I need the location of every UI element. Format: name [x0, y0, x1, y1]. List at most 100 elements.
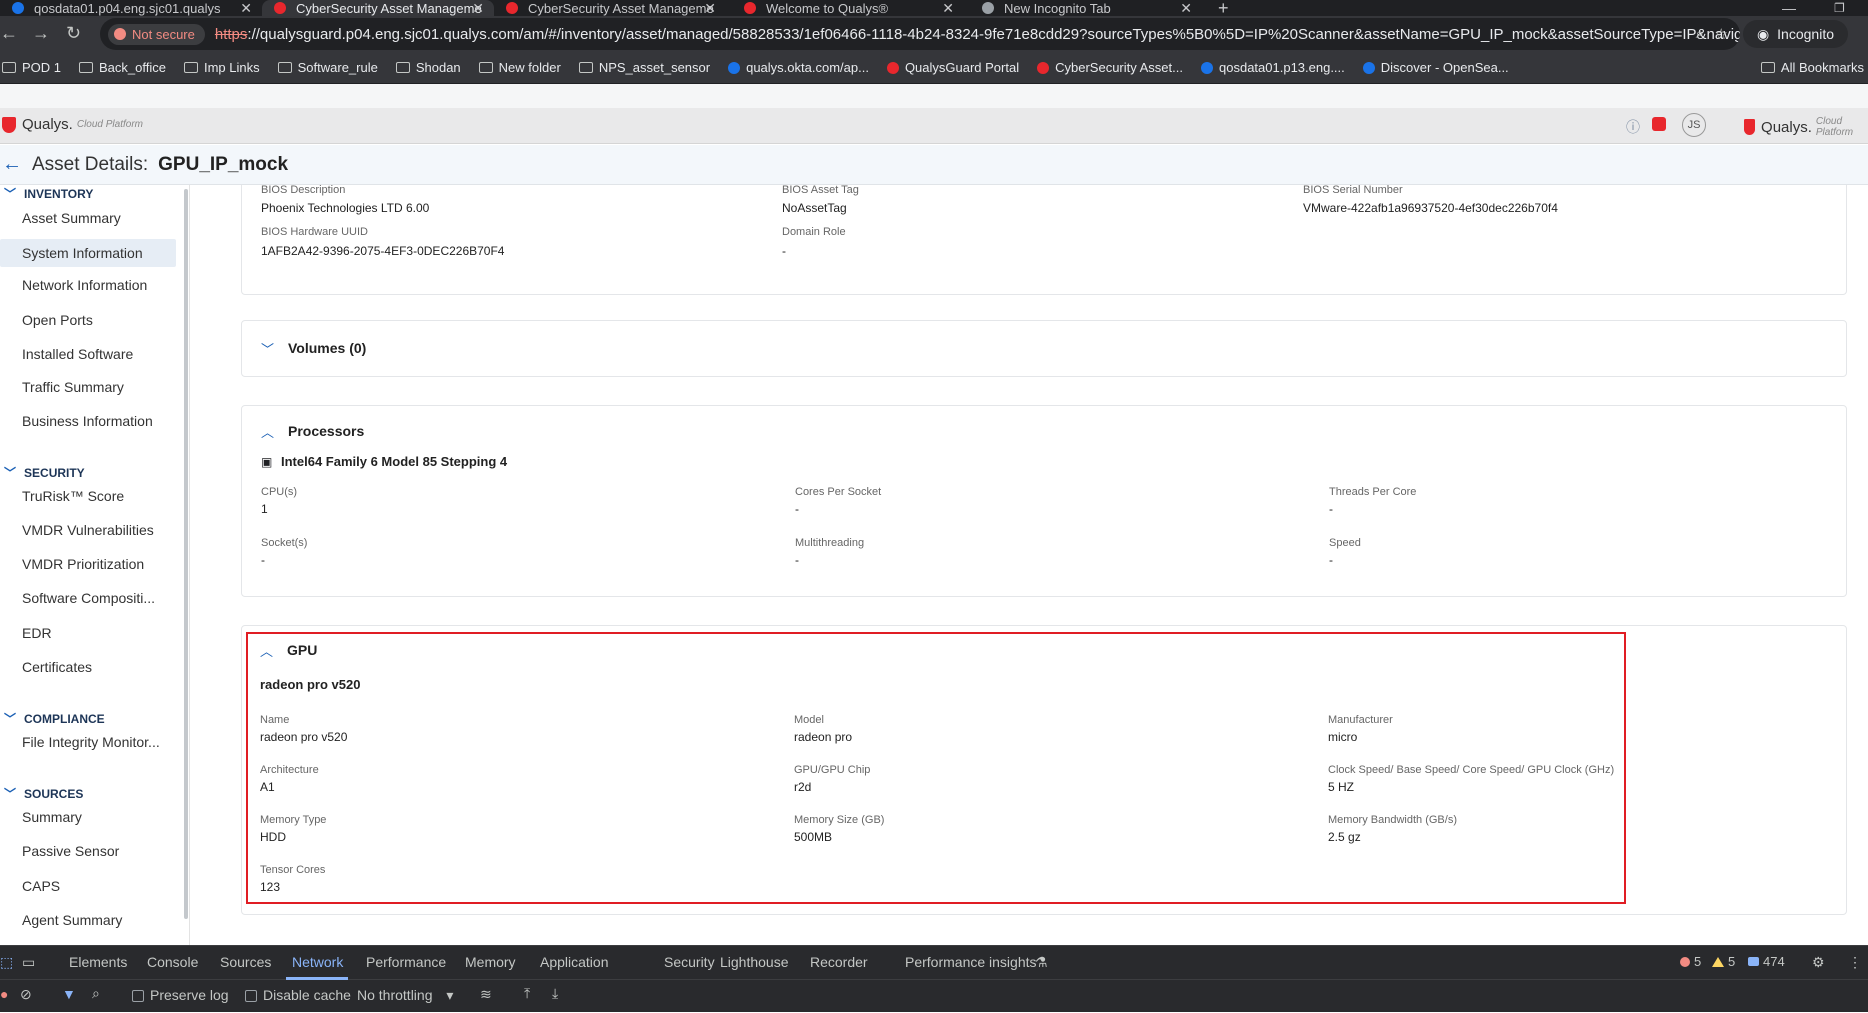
address-bar[interactable]: Not secure https://qualysguard.p04.eng.s…	[100, 18, 1740, 50]
checkbox[interactable]	[245, 990, 257, 1003]
section-compliance[interactable]: ﹀ COMPLIANCE	[4, 710, 105, 727]
clear-icon[interactable]: ⊘	[20, 986, 32, 1003]
browser-tab[interactable]: qosdata01.p04.eng.sjc01.qualys ✕	[0, 0, 262, 16]
chevron-down-icon[interactable]: ﹀	[261, 339, 274, 358]
bookmark-link[interactable]: qualys.okta.com/ap...	[728, 60, 869, 75]
sidebar-item-open-ports[interactable]: Open Ports	[22, 312, 93, 328]
sidebar-item-business-information[interactable]: Business Information	[22, 413, 153, 429]
warning-count[interactable]: 5	[1712, 954, 1735, 969]
sidebar-item-asset-summary[interactable]: Asset Summary	[22, 210, 121, 226]
restore-icon[interactable]: ❐	[1822, 0, 1852, 16]
tab-performance-insights[interactable]: Performance insights	[905, 954, 1037, 970]
tab-recorder[interactable]: Recorder	[810, 954, 868, 970]
close-icon[interactable]: ✕	[1180, 0, 1192, 16]
section-inventory[interactable]: ﹀ INVENTORY	[4, 185, 93, 202]
new-tab-button[interactable]: +	[1210, 0, 1240, 16]
preserve-log-checkbox[interactable]: Preserve log	[132, 987, 229, 1003]
throttling-select[interactable]: No throttling ▾	[357, 987, 453, 1004]
tab-sources[interactable]: Sources	[220, 954, 271, 970]
sidebar-item-summary[interactable]: Summary	[22, 809, 82, 825]
disable-cache-checkbox[interactable]: Disable cache	[245, 987, 351, 1003]
bookmark-folder[interactable]: Imp Links	[183, 60, 260, 75]
sidebar-scrollbar[interactable]	[184, 189, 188, 919]
tab-performance[interactable]: Performance	[366, 954, 446, 970]
sidebar-item-traffic-summary[interactable]: Traffic Summary	[22, 379, 124, 395]
filter-icon[interactable]: ▼	[62, 986, 76, 1002]
upload-icon[interactable]: ⤒	[524, 985, 530, 1002]
browser-tab[interactable]: CyberSecurity Asset Manageme ✕	[494, 0, 726, 16]
sidebar-item-caps[interactable]: CAPS	[22, 878, 60, 894]
sidebar-item-network-information[interactable]: Network Information	[22, 277, 147, 293]
incognito-badge[interactable]: ◉ Incognito	[1742, 20, 1848, 48]
bookmark-folder[interactable]: Shodan	[395, 60, 461, 75]
security-chip[interactable]: Not secure	[108, 23, 205, 45]
sidebar-item-vmdr-prioritization[interactable]: VMDR Prioritization	[22, 556, 144, 572]
close-icon[interactable]: ✕	[240, 0, 252, 16]
bookmark-folder[interactable]: Software_rule	[277, 60, 378, 75]
browser-tab[interactable]: New Incognito Tab ✕	[970, 0, 1202, 16]
back-icon[interactable]: ←	[0, 23, 18, 43]
tab-security[interactable]: Security	[664, 954, 715, 970]
avatar[interactable]: JS	[1682, 113, 1706, 137]
tab-memory[interactable]: Memory	[465, 954, 516, 970]
more-icon[interactable]: ⋮	[1848, 954, 1862, 971]
bookmark-link[interactable]: QualysGuard Portal	[886, 60, 1019, 75]
star-icon[interactable]: ☆	[1715, 25, 1728, 43]
processors-title[interactable]: Processors	[288, 423, 364, 439]
bookmark-folder[interactable]: NPS_asset_sensor	[578, 60, 710, 75]
search-icon[interactable]: ⌕	[92, 985, 100, 1002]
tab-network[interactable]: Network	[292, 954, 343, 970]
close-icon[interactable]: ✕	[472, 0, 484, 16]
bookmark-link[interactable]: Discover - OpenSea...	[1362, 60, 1509, 75]
browser-tab[interactable]: Welcome to Qualys® ✕	[732, 0, 964, 16]
sidebar-item-passive-sensor[interactable]: Passive Sensor	[22, 843, 119, 859]
device-toggle-icon[interactable]: ▭	[22, 954, 35, 971]
sidebar-item-edr[interactable]: EDR	[22, 625, 52, 641]
reload-icon[interactable]: ↻	[66, 23, 81, 43]
bookmark-link[interactable]: CyberSecurity Asset...	[1037, 60, 1183, 75]
browser-tab-active[interactable]: CyberSecurity Asset Manageme ✕	[262, 0, 494, 16]
volumes-card[interactable]: ﹀ Volumes (0)	[241, 320, 1847, 377]
inspect-icon[interactable]: ⬚	[0, 954, 13, 971]
tab-application[interactable]: Application	[540, 954, 609, 970]
all-bookmarks[interactable]: All Bookmarks	[1760, 60, 1864, 75]
chevron-up-icon[interactable]: ︿	[261, 422, 274, 441]
sidebar-item-installed-software[interactable]: Installed Software	[22, 346, 133, 362]
close-icon[interactable]: ✕	[704, 0, 716, 16]
sidebar-item-vmdr-vulnerabilities[interactable]: VMDR Vulnerabilities	[22, 522, 154, 538]
field-label: Model	[794, 714, 824, 726]
download-icon[interactable]: ⤓	[552, 985, 558, 1002]
forward-icon[interactable]: →	[32, 23, 50, 43]
qualys-logo[interactable]: Qualys. Cloud Platform	[2, 116, 143, 133]
tab-console[interactable]: Console	[147, 954, 198, 970]
minimize-icon[interactable]: —	[1770, 0, 1800, 16]
bookmark-folder[interactable]: Back_office	[79, 60, 166, 75]
gpu-title[interactable]: GPU	[287, 642, 317, 658]
section-sources[interactable]: ﹀ SOURCES	[4, 785, 83, 802]
sidebar-item-certificates[interactable]: Certificates	[22, 659, 92, 675]
chevron-up-icon[interactable]: ︿	[260, 641, 273, 660]
record-icon[interactable]: ●	[0, 986, 8, 1002]
back-arrow-icon[interactable]: ←	[2, 153, 22, 176]
checkbox[interactable]	[132, 990, 144, 1003]
sidebar-item-trurisk-score[interactable]: TruRisk™ Score	[22, 488, 124, 504]
network-conditions-icon[interactable]: ≋	[480, 986, 492, 1003]
sidebar-item-agent-summary[interactable]: Agent Summary	[22, 912, 122, 928]
error-count[interactable]: 5	[1680, 954, 1701, 969]
incognito-label: Incognito	[1777, 26, 1834, 42]
sidebar-item-file-integrity[interactable]: File Integrity Monitor...	[22, 734, 160, 750]
help-icon[interactable]: ⓘ	[1626, 117, 1640, 137]
section-security[interactable]: ﹀ SECURITY	[4, 464, 85, 481]
bookmark-folder[interactable]: POD 1	[2, 60, 61, 75]
close-icon[interactable]: ✕	[942, 0, 954, 16]
gear-icon[interactable]: ⚙	[1812, 954, 1825, 971]
tab-elements[interactable]: Elements	[69, 954, 127, 970]
bookmark-folder[interactable]: New folder	[478, 60, 561, 75]
sidebar-item-software-composition[interactable]: Software Compositi...	[22, 590, 155, 606]
notification-icon[interactable]	[1652, 117, 1666, 131]
tab-lighthouse[interactable]: Lighthouse	[720, 954, 789, 970]
search-icon[interactable]: ⌕	[1696, 25, 1704, 42]
message-count[interactable]: 474	[1748, 954, 1785, 969]
bookmark-link[interactable]: qosdata01.p13.eng....	[1201, 60, 1345, 75]
sidebar-item-system-information[interactable]: System Information	[0, 239, 176, 267]
